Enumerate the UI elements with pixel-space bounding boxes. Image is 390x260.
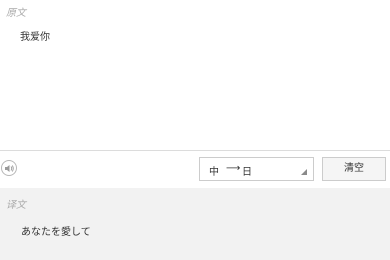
dropdown-caret-icon bbox=[301, 169, 307, 175]
clear-button[interactable]: 清空 bbox=[322, 157, 386, 181]
target-language: 日 bbox=[242, 167, 252, 178]
target-label: 译文 bbox=[6, 200, 26, 211]
target-panel: 译文 あなたを愛して bbox=[0, 188, 390, 260]
source-text[interactable]: 我爱你 bbox=[20, 28, 50, 43]
source-panel[interactable]: 原文 我爱你 bbox=[0, 0, 390, 150]
language-select[interactable]: 中 ⟶ 日 bbox=[199, 157, 314, 181]
source-label: 原文 bbox=[6, 8, 26, 19]
target-text: あなたを愛して bbox=[21, 227, 91, 238]
speaker-icon[interactable] bbox=[1, 160, 17, 176]
arrow-right-icon: ⟶ bbox=[226, 163, 241, 174]
source-language: 中 bbox=[209, 167, 219, 178]
